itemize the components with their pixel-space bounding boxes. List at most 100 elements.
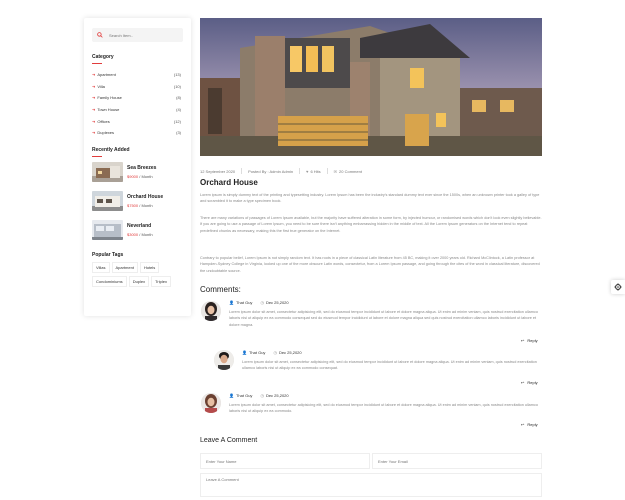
search-box[interactable] [92,28,183,42]
sidebar: Category ➜Apartment(13) ➜Villa(10) ➜Fami… [84,18,191,316]
category-item[interactable]: ➜ Duplexes (3) [92,127,183,139]
reply-icon: ↩ [521,338,525,343]
comment-meta: 👤 That Guy ◷ Dec 25,2020 [229,393,289,398]
reply-button[interactable]: ↩ Reply [521,422,538,427]
clock-icon: ◷ [273,350,277,355]
comment-text: Lorem ipsum dolor sit amet, consectetur … [242,360,537,371]
comment-icon: ✉ [333,168,338,174]
recent-item[interactable]: Orchard House $7500 / Month [92,188,183,215]
bullet-icon: ➜ [92,83,96,89]
price-period: / Month [138,174,153,180]
comment-field[interactable] [200,473,542,497]
title-underline [92,155,102,157]
tag[interactable]: Duplex [128,275,150,287]
divider [299,168,301,174]
category-title: Category [92,54,114,60]
title-underline [92,63,102,64]
tag[interactable]: Apartment [111,261,138,273]
tag[interactable]: Triplex [151,275,171,287]
avatar [201,301,221,321]
avatar [201,393,221,413]
recent-list: Sea Breezes $9000 / Month Orchard House … [92,159,183,244]
divider [326,168,328,174]
bullet-icon: ➜ [92,118,96,124]
comment-text: Lorem ipsum dolor sit amet, consectetur … [229,403,538,414]
price-period: / Month [138,203,153,209]
tag[interactable]: Hotels [139,261,160,273]
recent-item[interactable]: Sea Breezes $9000 / Month [92,159,183,186]
settings-button[interactable] [611,280,625,294]
category-label: Town House [97,107,120,113]
reply-button[interactable]: ↩ Reply [521,338,538,343]
reply-button[interactable]: ↩ Reply [521,380,538,385]
recent-price: $3000 / Month [127,232,153,237]
recent-name[interactable]: Orchard House [127,194,163,200]
comment-date: Dec 25,2020 [265,393,289,398]
reply-label: Reply [527,380,538,385]
reply-label: Reply [527,338,538,343]
comment-author: That Guy [248,350,266,355]
gear-icon [614,283,622,291]
post-title: Orchard House [200,178,258,187]
price-value: $9000 [127,174,139,180]
divider [241,168,243,174]
clock-icon: ◷ [260,393,264,398]
reply-label: Reply [527,422,538,427]
tags-title: Popular Tags [92,251,124,258]
comment-date: Dec 25,2020 [265,300,289,305]
name-field[interactable] [200,453,370,469]
recent-title: Recently Added [92,146,130,153]
tag[interactable]: Villas [92,261,110,273]
category-label: Apartment [97,72,116,78]
bullet-icon: ➜ [92,107,96,113]
price-period: / Month [138,232,153,238]
clock-icon: ◷ [260,300,264,305]
post-meta: 12 September 2020 Posted By : Admin Admi… [200,168,362,174]
category-item[interactable]: ➜ Family House (8) [92,92,183,104]
category-count: (13) [173,72,181,78]
comment-date: Dec 25,2020 [278,350,302,355]
post-paragraph: There are many variations of passages of… [200,216,542,233]
category-list: ➜ Apartment (13) ➜ Villa (10) ➜ Family House(… [92,69,183,139]
category-label: Offices [97,118,110,124]
post-paragraph: Lorem ipsum is simply dummy text of the … [200,193,540,204]
category-item[interactable]: ➜ Apartment (13) [92,69,183,81]
category-label: Villa [97,83,105,89]
price-value: $7500 [127,203,139,209]
price-value: $3000 [127,232,139,238]
bullet-icon: ➜ [92,130,96,136]
property-thumbnail[interactable] [92,191,123,212]
category-item[interactable]: ➜ Town House (4) [92,104,183,116]
comment-meta: 👤 That Guy ◷ Dec 25,2020 [229,300,289,305]
comments-title: Comments: [200,285,241,294]
tag[interactable]: Condominiums [92,275,127,287]
search-icon [97,32,103,38]
user-icon: 👤 [229,393,234,398]
recent-price: $7500 / Month [127,203,163,208]
category-item[interactable]: ➜ Offices (12) [92,115,183,127]
recent-name[interactable]: Neverland [127,223,153,229]
category-count: (8) [176,95,181,101]
category-label: Family House [97,95,122,101]
search-input[interactable] [109,32,179,38]
reply-icon: ↩ [521,380,525,385]
email-field[interactable] [372,453,542,469]
heart-icon: ♥ [306,168,309,174]
category-label: Duplexes [97,130,115,136]
category-item[interactable]: ➜ Villa (10) [92,81,183,93]
property-thumbnail[interactable] [92,220,123,241]
post-comments-count[interactable]: 20 Comment [339,169,362,174]
recent-item[interactable]: Neverland $3000 / Month [92,217,183,244]
bullet-icon: ➜ [92,72,96,78]
category-count: (3) [176,130,181,136]
post-hits: 6 Hits [310,168,321,174]
post-date: 12 September 2020 [200,168,236,174]
property-thumbnail[interactable] [92,162,123,183]
tag-list: Villas Apartment Hotels Condominiums Dup… [92,261,183,290]
comment-author: That Guy [235,300,253,305]
avatar [214,350,234,370]
comment-text: Lorem ipsum dolor sit amet, consectetur … [229,310,538,327]
recent-price: $9000 / Month [127,174,156,179]
recent-name[interactable]: Sea Breezes [127,165,156,171]
bullet-icon: ➜ [92,95,96,101]
